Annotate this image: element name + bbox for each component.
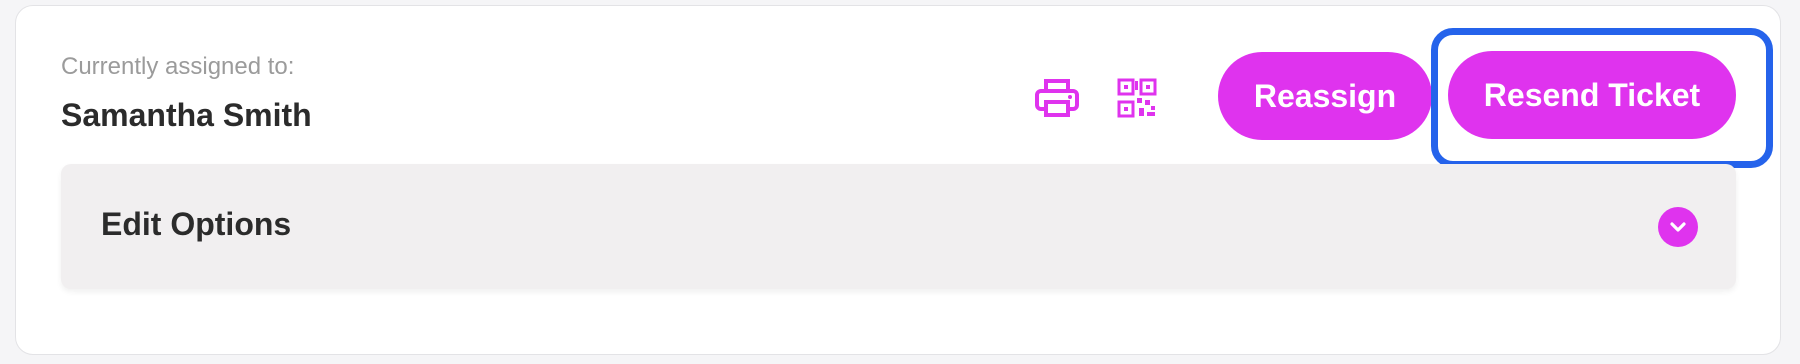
ticket-assignment-card: Currently assigned to: Samantha Smith Re… [15, 5, 1781, 355]
qr-code-button[interactable] [1111, 74, 1163, 126]
resend-ticket-button[interactable]: Resend Ticket [1448, 51, 1736, 139]
reassign-button[interactable]: Reassign [1218, 52, 1432, 140]
qr-code-icon [1117, 78, 1157, 123]
assigned-to-label: Currently assigned to: [61, 53, 295, 80]
printer-icon [1034, 78, 1080, 123]
print-button[interactable] [1031, 74, 1083, 126]
assignee-name: Samantha Smith [61, 97, 312, 133]
edit-options-accordion[interactable]: Edit Options [61, 164, 1736, 289]
edit-options-title: Edit Options [101, 206, 292, 242]
chevron-down-icon[interactable] [1658, 207, 1698, 247]
